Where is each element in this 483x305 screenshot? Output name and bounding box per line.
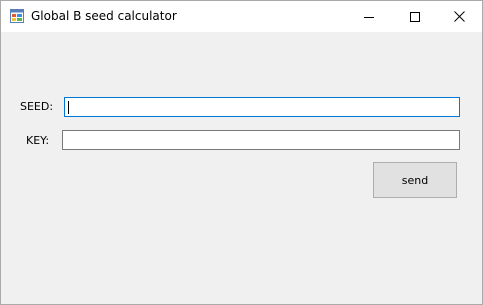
title-bar[interactable]: Global B seed calculator <box>1 1 482 32</box>
seed-label: SEED: <box>20 100 54 113</box>
maximize-icon <box>410 11 420 22</box>
seed-input[interactable] <box>64 97 460 117</box>
window-title: Global B seed calculator <box>31 9 177 23</box>
close-button[interactable] <box>436 1 482 32</box>
minimize-icon <box>364 16 374 18</box>
key-label: KEY: <box>26 134 50 147</box>
text-caret <box>68 101 69 114</box>
key-input[interactable] <box>62 130 460 150</box>
send-button[interactable]: send <box>373 162 457 198</box>
maximize-button[interactable] <box>392 1 438 32</box>
app-icon <box>10 9 24 23</box>
close-icon <box>453 11 465 22</box>
minimize-button[interactable] <box>346 1 392 32</box>
app-window: Global B seed calculator SEED: KEY: send <box>0 0 483 305</box>
